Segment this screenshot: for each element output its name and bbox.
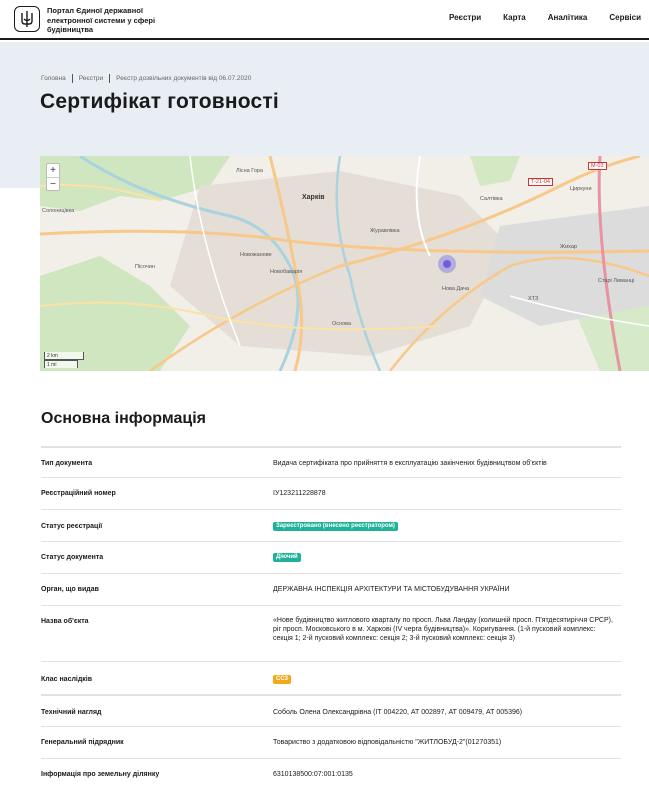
portal-name[interactable]: Портал Єдиної державної електронної сист… [47, 6, 157, 35]
row-value: 6310138500:07:001:0135 [273, 771, 353, 778]
zoom-out-button[interactable]: − [47, 177, 59, 190]
location-marker-icon[interactable] [438, 255, 456, 273]
scale-mi: 1 mi [44, 360, 78, 368]
row-label: Назва об'єкта [41, 618, 89, 625]
row-value: ДЕРЖАВНА ІНСПЕКЦІЯ АРХІТЕКТУРИ ТА МІСТОБ… [273, 586, 510, 593]
breadcrumb-current[interactable]: Реєстр дозвільних документів від 06.07.2… [116, 75, 251, 82]
nav-analytics[interactable]: Аналітика [548, 13, 588, 22]
table-row: Тип документа Видача сертифіката про при… [41, 446, 621, 477]
location-map[interactable]: Харків Лісна Гора Солоницівка Пісочин Но… [40, 156, 649, 371]
section-title: Основна інформація [41, 410, 206, 427]
row-label: Тип документа [41, 460, 93, 467]
map-label-solonytsivka: Солоницівка [42, 208, 75, 214]
breadcrumb-home[interactable]: Головна [41, 75, 66, 82]
document-status-badge: Діючий [273, 553, 301, 562]
map-label-novobavariya: Новобаварія [270, 269, 303, 275]
map-scale: 2 km 1 mi [44, 352, 84, 368]
page-title: Сертифікат готовності [40, 90, 279, 113]
row-label: Інформація про земельну ділянку [41, 771, 160, 778]
map-label-zhykhar: Жихар [560, 244, 577, 250]
breadcrumb-separator [71, 74, 73, 83]
map-label-t2104: T-21-04 [528, 178, 553, 186]
row-label: Генеральний підрядник [41, 739, 124, 746]
trident-logo-icon[interactable] [14, 6, 40, 32]
row-value: Видача сертифіката про прийняття в експл… [273, 460, 547, 467]
row-value: Діючий [273, 553, 613, 562]
row-value: Соболь Олена Олександрівна (ІТ 004220, А… [273, 709, 523, 716]
row-label: Статус реєстрації [41, 523, 103, 530]
row-value: СС3 [273, 675, 613, 684]
map-label-novozhanove: Новожанове [240, 252, 272, 258]
nav-registries[interactable]: Реєстри [449, 13, 481, 22]
nav-map[interactable]: Карта [503, 13, 526, 22]
row-label: Реєстраційний номер [41, 490, 116, 497]
breadcrumb-registries[interactable]: Реєстри [79, 75, 103, 82]
map-label-kharkiv: Харків [302, 194, 325, 201]
breadcrumb-separator [109, 74, 111, 83]
site-header: Портал Єдиної державної електронної сист… [0, 0, 649, 40]
table-row: Статус документа Діючий [41, 541, 621, 573]
table-row: Генеральний підрядник Товариство з додат… [41, 726, 621, 758]
map-label-khtz: ХТЗ [528, 296, 539, 302]
map-label-osnova: Основа [332, 321, 352, 327]
map-label-pisochyn: Пісочин [135, 264, 155, 270]
row-label: Орган, що видав [41, 586, 99, 593]
table-row: Реєстраційний номер ІУ123211228878 [41, 477, 621, 509]
registration-status-badge: Зареєстровано (внесено реєстратором) [273, 522, 398, 531]
table-row: Назва об'єкта «Нове будівництво житловог… [41, 605, 621, 661]
table-row: Технічний нагляд Соболь Олена Олександрі… [41, 694, 621, 726]
map-label-m03: M-03 [588, 162, 607, 170]
map-tiles [40, 156, 649, 371]
zoom-control: + − [46, 163, 60, 191]
breadcrumb: Головна Реєстри Реєстр дозвільних докуме… [41, 74, 251, 83]
scale-km: 2 km [44, 352, 84, 360]
map-label-zhuravlivka: Журавлівка [370, 228, 400, 234]
table-row: Орган, що видав ДЕРЖАВНА ІНСПЕКЦІЯ АРХІТ… [41, 573, 621, 605]
row-label: Технічний нагляд [41, 709, 102, 716]
table-row: Клас наслідків СС3 [41, 661, 621, 694]
zoom-in-button[interactable]: + [47, 164, 59, 177]
info-table: Тип документа Видача сертифіката про при… [41, 446, 621, 790]
row-label: Статус документа [41, 554, 104, 561]
map-label-lisna: Лісна Гора [236, 168, 263, 174]
row-label: Клас наслідків [41, 676, 93, 683]
nav-services[interactable]: Сервіси [609, 13, 641, 22]
map-label-saltivka: Салтівка [480, 196, 503, 202]
main-nav: Реєстри Карта Аналітика Сервіси [427, 13, 641, 22]
consequence-class-badge: СС3 [273, 675, 292, 684]
row-value: ІУ123211228878 [273, 490, 326, 497]
map-label-tsyrkuny: Циркуни [570, 186, 592, 192]
map-label-nova-dacha: Нова Дача [442, 286, 470, 292]
row-value: Зареєстровано (внесено реєстратором) [273, 522, 613, 531]
row-value: «Нове будівництво житлового кварталу по … [273, 617, 613, 642]
map-label-stari-lymantsi: Старі Лиманці [598, 278, 635, 284]
table-row: Статус реєстрації Зареєстровано (внесено… [41, 509, 621, 541]
table-row: Інформація про земельну ділянку 63101385… [41, 758, 621, 790]
row-value: Товариство з додатковою відповідальністю… [273, 739, 502, 746]
